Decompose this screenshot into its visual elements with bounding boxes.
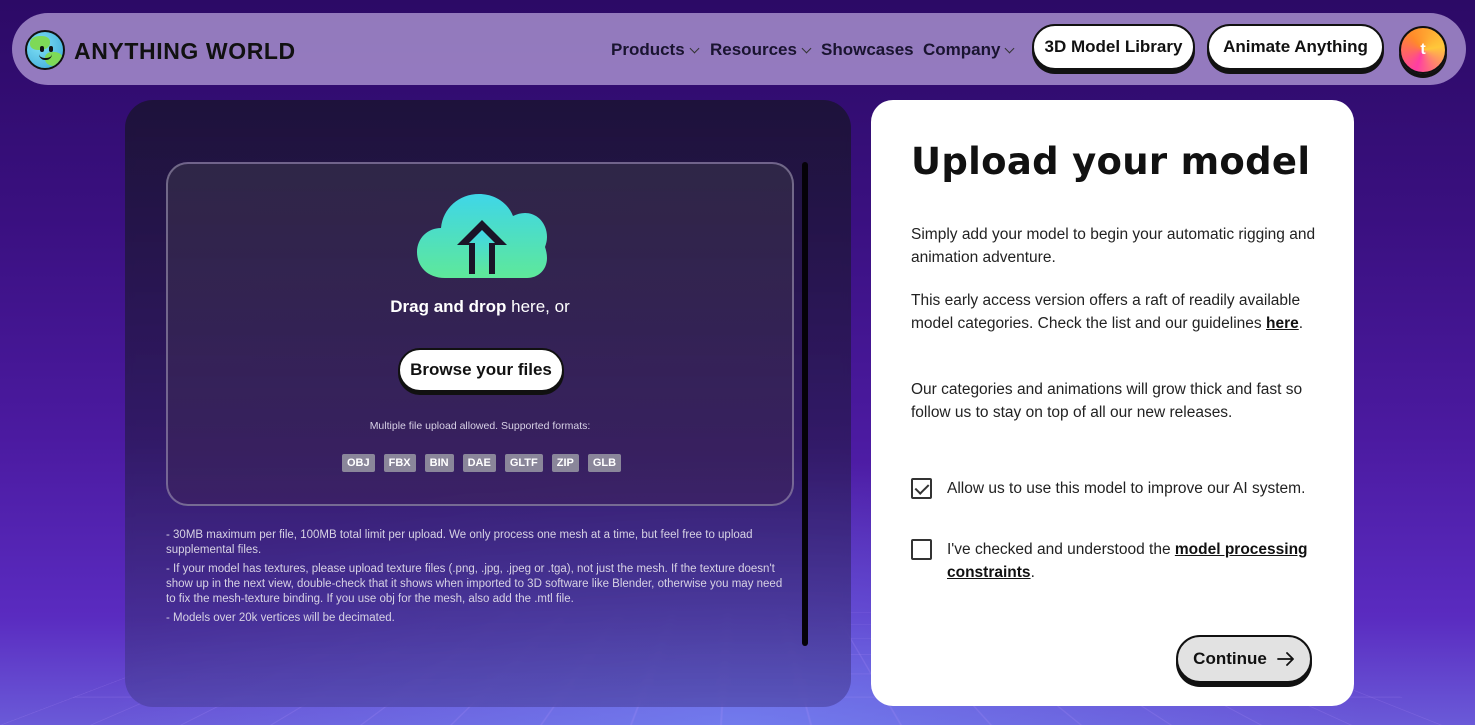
format-list: OBJ FBX BIN DAE GLTF ZIP GLB bbox=[342, 454, 622, 472]
continue-label: Continue bbox=[1193, 649, 1267, 668]
user-avatar[interactable]: t bbox=[1399, 26, 1447, 74]
improve-ai-label: Allow us to use this model to improve ou… bbox=[947, 480, 1306, 497]
nav-item-company[interactable]: Company bbox=[923, 40, 1015, 60]
note-item: - If your model has textures, please upl… bbox=[166, 563, 783, 605]
globe-logo-icon[interactable] bbox=[25, 30, 65, 70]
upload-notes: - 30MB maximum per file, 100MB total lim… bbox=[166, 528, 786, 630]
format-tag: DAE bbox=[462, 454, 496, 472]
cloud-upload-icon bbox=[417, 194, 547, 278]
constraints-checkbox[interactable] bbox=[911, 539, 932, 560]
chevron-down-icon bbox=[801, 43, 812, 53]
format-tag: FBX bbox=[383, 454, 416, 472]
dropzone-text: Drag and drop here, or bbox=[168, 297, 792, 317]
upload-info-card: Upload your model Simply add your model … bbox=[871, 100, 1354, 706]
card-title: Upload your model bbox=[911, 140, 1311, 183]
intro-paragraph: Simply add your model to begin your auto… bbox=[911, 226, 1316, 266]
file-dropzone[interactable]: Drag and drop here, or Browse your files… bbox=[166, 162, 794, 506]
nav-item-showcases[interactable]: Showcases bbox=[821, 40, 914, 60]
upload-panel: Drag and drop here, or Browse your files… bbox=[125, 100, 851, 707]
format-tag: ZIP bbox=[551, 454, 579, 472]
nav-item-label: Resources bbox=[710, 40, 797, 59]
nav-item-resources[interactable]: Resources bbox=[710, 40, 812, 60]
browse-files-button[interactable]: Browse your files bbox=[398, 348, 564, 392]
constraints-text: I've checked and understood the bbox=[947, 541, 1175, 558]
continue-button[interactable]: Continue bbox=[1176, 635, 1312, 683]
animate-anything-button[interactable]: Animate Anything bbox=[1207, 24, 1384, 70]
early-access-paragraph: This early access version offers a raft … bbox=[911, 289, 1321, 335]
nav-item-label: Products bbox=[611, 40, 685, 59]
avatar-initial: t bbox=[1420, 41, 1426, 58]
constraints-label: I've checked and understood the model pr… bbox=[947, 538, 1331, 584]
improve-ai-consent[interactable]: Allow us to use this model to improve ou… bbox=[911, 477, 1331, 500]
format-tag: GLTF bbox=[504, 454, 543, 472]
nav-item-label: Showcases bbox=[821, 40, 914, 59]
scrollbar[interactable] bbox=[802, 162, 808, 646]
growth-paragraph: Our categories and animations will grow … bbox=[911, 381, 1303, 421]
note-item: - 30MB maximum per file, 100MB total lim… bbox=[166, 529, 753, 556]
model-library-button[interactable]: 3D Model Library bbox=[1032, 24, 1195, 70]
period-text: . bbox=[1030, 564, 1035, 581]
early-access-text: This early access version offers a raft … bbox=[911, 292, 1301, 332]
drag-rest-text: here, or bbox=[506, 297, 570, 316]
format-tag: BIN bbox=[424, 454, 454, 472]
period-text: . bbox=[1298, 315, 1304, 332]
drag-bold-text: Drag and drop bbox=[390, 297, 507, 316]
chevron-down-icon bbox=[1005, 43, 1015, 53]
note-item: - Models over 20k vertices will be decim… bbox=[166, 612, 395, 624]
chevron-down-icon bbox=[689, 43, 700, 53]
format-tag: OBJ bbox=[342, 454, 375, 472]
nav-item-label: Company bbox=[923, 40, 1001, 59]
guidelines-link[interactable]: here bbox=[1266, 315, 1299, 332]
brand-name[interactable]: ANYTHING WORLD bbox=[74, 38, 296, 65]
formats-label: Multiple file upload allowed. Supported … bbox=[369, 420, 591, 432]
top-navigation: ANYTHING WORLD Products Resources Showca… bbox=[12, 13, 1466, 85]
nav-item-products[interactable]: Products bbox=[611, 40, 700, 60]
format-tag: GLB bbox=[587, 454, 622, 472]
improve-ai-checkbox[interactable] bbox=[911, 478, 932, 499]
constraints-consent[interactable]: I've checked and understood the model pr… bbox=[911, 538, 1331, 584]
arrow-right-icon bbox=[1276, 652, 1294, 666]
